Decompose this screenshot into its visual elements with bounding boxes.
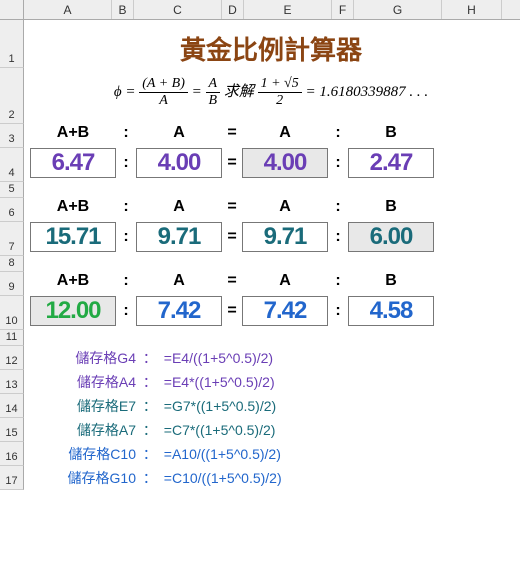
cell-a2-0[interactable]: 4.00 [242,148,328,178]
row-content-11 [24,330,520,346]
sep: : [116,302,136,320]
formula-colon: ： [140,466,160,490]
sep: = [222,302,242,320]
row-header-8[interactable]: 8 [0,256,24,272]
row-content-7: 15.71:9.71=9.71:6.00 [24,222,520,256]
sep: : [116,154,136,172]
row-content-1: 黃金比例計算器 [24,20,520,68]
cell-ab-0[interactable]: 6.47 [30,148,116,178]
formula-label: 儲存格G4 [44,346,136,370]
sep: : [328,228,348,246]
formula-line-0: 儲存格G4 ： =E4/((1+5^0.5)/2) [28,346,514,370]
page-title: 黃金比例計算器 [28,20,514,67]
row-content-12: 儲存格G4 ： =E4/((1+5^0.5)/2) [24,346,520,370]
row-header-16[interactable]: 16 [0,442,24,466]
col-header-A[interactable]: A [24,0,112,19]
group-1-values: 15.71:9.71=9.71:6.00 [28,222,514,252]
formula-line-5: 儲存格G10 ： =C10/((1+5^0.5)/2) [28,466,514,490]
group-0-values: 6.47:4.00=4.00:2.47 [28,148,514,178]
row-header-17[interactable]: 17 [0,466,24,490]
row-header-7[interactable]: 7 [0,222,24,256]
row-content-8 [24,256,520,272]
cell-ab-1[interactable]: 15.71 [30,222,116,252]
cell-a1-1[interactable]: 9.71 [136,222,222,252]
formula-expr: =C10/((1+5^0.5)/2) [164,470,282,486]
row-header-9[interactable]: 9 [0,272,24,296]
cell-b-2[interactable]: 4.58 [348,296,434,326]
cell-a2-1[interactable]: 9.71 [242,222,328,252]
sep: : [328,154,348,172]
col-header-C[interactable]: C [134,0,222,19]
row-header-11[interactable]: 11 [0,330,24,346]
row-content-2: ϕ = (A + B)A = AB 求解 1 + √52 = 1.6180339… [24,68,520,124]
row-content-3: A+B : A = A : B [24,124,520,148]
formula-expr: =C7*((1+5^0.5)/2) [164,422,276,438]
phi-formula: ϕ = (A + B)A = AB 求解 1 + √52 = 1.6180339… [28,68,514,109]
col-header-D[interactable]: D [222,0,244,19]
formula-line-1: 儲存格A4 ： =E4*((1+5^0.5)/2) [28,370,514,394]
sep: : [328,302,348,320]
formula-line-3: 儲存格A7 ： =C7*((1+5^0.5)/2) [28,418,514,442]
formula-label: 儲存格G10 [44,466,136,490]
formula-label: 儲存格E7 [44,394,136,418]
group-2-values: 12.00:7.42=7.42:4.58 [28,296,514,326]
select-all-corner[interactable] [0,0,24,19]
row-header-2[interactable]: 2 [0,68,24,124]
formula-expr: =E4*((1+5^0.5)/2) [164,374,275,390]
formula-label: 儲存格A4 [44,370,136,394]
sep: : [116,228,136,246]
formula-label: 儲存格A7 [44,418,136,442]
row-header-1[interactable]: 1 [0,20,24,68]
col-header-B[interactable]: B [112,0,134,19]
col-header-E[interactable]: E [244,0,332,19]
row-header-14[interactable]: 14 [0,394,24,418]
row-header-12[interactable]: 12 [0,346,24,370]
row-header-6[interactable]: 6 [0,198,24,222]
group-2-labels: A+B : A = A : B [28,272,514,290]
row-header-15[interactable]: 15 [0,418,24,442]
row-content-9: A+B : A = A : B [24,272,520,296]
sep: = [222,154,242,172]
row-content-6: A+B : A = A : B [24,198,520,222]
formula-expr: =A10/((1+5^0.5)/2) [164,446,281,462]
row-content-4: 6.47:4.00=4.00:2.47 [24,148,520,182]
cell-b-1[interactable]: 6.00 [348,222,434,252]
spreadsheet-grid: ABCDEFGH 1黃金比例計算器2 ϕ = (A + B)A = AB 求解 … [0,0,520,490]
formula-colon: ： [140,442,160,466]
sep: = [222,228,242,246]
cell-a1-0[interactable]: 4.00 [136,148,222,178]
formula-colon: ： [140,346,160,370]
row-content-14: 儲存格E7 ： =G7*((1+5^0.5)/2) [24,394,520,418]
row-header-4[interactable]: 4 [0,148,24,182]
cell-a2-2[interactable]: 7.42 [242,296,328,326]
row-header-10[interactable]: 10 [0,296,24,330]
row-content-5 [24,182,520,198]
formula-line-2: 儲存格E7 ： =G7*((1+5^0.5)/2) [28,394,514,418]
formula-expr: =E4/((1+5^0.5)/2) [164,350,273,366]
col-header-F[interactable]: F [332,0,354,19]
formula-colon: ： [140,394,160,418]
col-header-H[interactable]: H [442,0,502,19]
row-content-17: 儲存格G10 ： =C10/((1+5^0.5)/2) [24,466,520,490]
row-content-13: 儲存格A4 ： =E4*((1+5^0.5)/2) [24,370,520,394]
formula-line-4: 儲存格C10 ： =A10/((1+5^0.5)/2) [28,442,514,466]
formula-label: 儲存格C10 [44,442,136,466]
row-content-10: 12.00:7.42=7.42:4.58 [24,296,520,330]
formula-expr: =G7*((1+5^0.5)/2) [164,398,276,414]
col-header-G[interactable]: G [354,0,442,19]
cell-ab-2[interactable]: 12.00 [30,296,116,326]
row-header-13[interactable]: 13 [0,370,24,394]
formula-colon: ： [140,370,160,394]
row-content-15: 儲存格A7 ： =C7*((1+5^0.5)/2) [24,418,520,442]
cell-a1-2[interactable]: 7.42 [136,296,222,326]
cell-b-0[interactable]: 2.47 [348,148,434,178]
formula-colon: ： [140,418,160,442]
row-header-5[interactable]: 5 [0,182,24,198]
group-1-labels: A+B : A = A : B [28,198,514,216]
group-0-labels: A+B : A = A : B [28,124,514,142]
row-content-16: 儲存格C10 ： =A10/((1+5^0.5)/2) [24,442,520,466]
column-headers: ABCDEFGH [0,0,520,20]
row-header-3[interactable]: 3 [0,124,24,148]
